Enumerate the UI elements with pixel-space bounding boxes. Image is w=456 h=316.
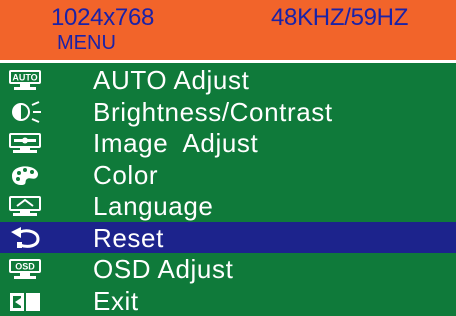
frequency-readout: 48KHZ/59HZ <box>271 4 409 31</box>
menu-item-label: Color <box>93 159 159 190</box>
color-palette-icon <box>8 164 42 186</box>
menu-item-brightness-contrast[interactable]: Brightness/Contrast <box>0 96 456 128</box>
menu-item-label: AUTO Adjust <box>93 65 250 95</box>
osd-menu-window: 1024x768 48KHZ/59HZ MENU AUTO AUTO Adjus… <box>0 0 456 316</box>
menu-item-language[interactable]: Language <box>0 190 456 222</box>
menu-item-label: Image Adjust <box>93 128 259 158</box>
image-adjust-icon <box>8 132 42 154</box>
language-icon <box>8 195 42 217</box>
menu-list: AUTO AUTO Adjust Brightness/Contrast Ima… <box>0 64 456 316</box>
menu-item-color[interactable]: Color <box>0 159 456 191</box>
resolution-readout: 1024x768 <box>51 4 155 31</box>
menu-item-label: Exit <box>93 285 139 316</box>
menu-item-image-adjust[interactable]: Image Adjust <box>0 127 456 159</box>
auto-adjust-icon: AUTO <box>8 69 42 91</box>
svg-text:OSD: OSD <box>15 262 35 272</box>
menu-item-osd-adjust[interactable]: OSD OSD Adjust <box>0 253 456 285</box>
osd-adjust-icon: OSD <box>8 258 42 280</box>
menu-title: MENU <box>57 32 116 54</box>
menu-item-reset[interactable]: Reset <box>0 221 456 253</box>
menu-item-label: Brightness/Contrast <box>93 96 333 127</box>
menu-item-exit[interactable]: Exit <box>0 285 456 316</box>
menu-item-label: Language <box>93 191 214 221</box>
menu-item-label: OSD Adjust <box>93 254 234 284</box>
exit-icon <box>8 290 42 312</box>
reset-icon <box>8 226 42 249</box>
status-header: 1024x768 48KHZ/59HZ MENU <box>0 0 456 63</box>
brightness-contrast-icon <box>8 100 42 123</box>
svg-text:AUTO: AUTO <box>12 73 37 83</box>
menu-item-label: Reset <box>93 222 164 253</box>
menu-item-auto-adjust[interactable]: AUTO AUTO Adjust <box>0 64 456 96</box>
